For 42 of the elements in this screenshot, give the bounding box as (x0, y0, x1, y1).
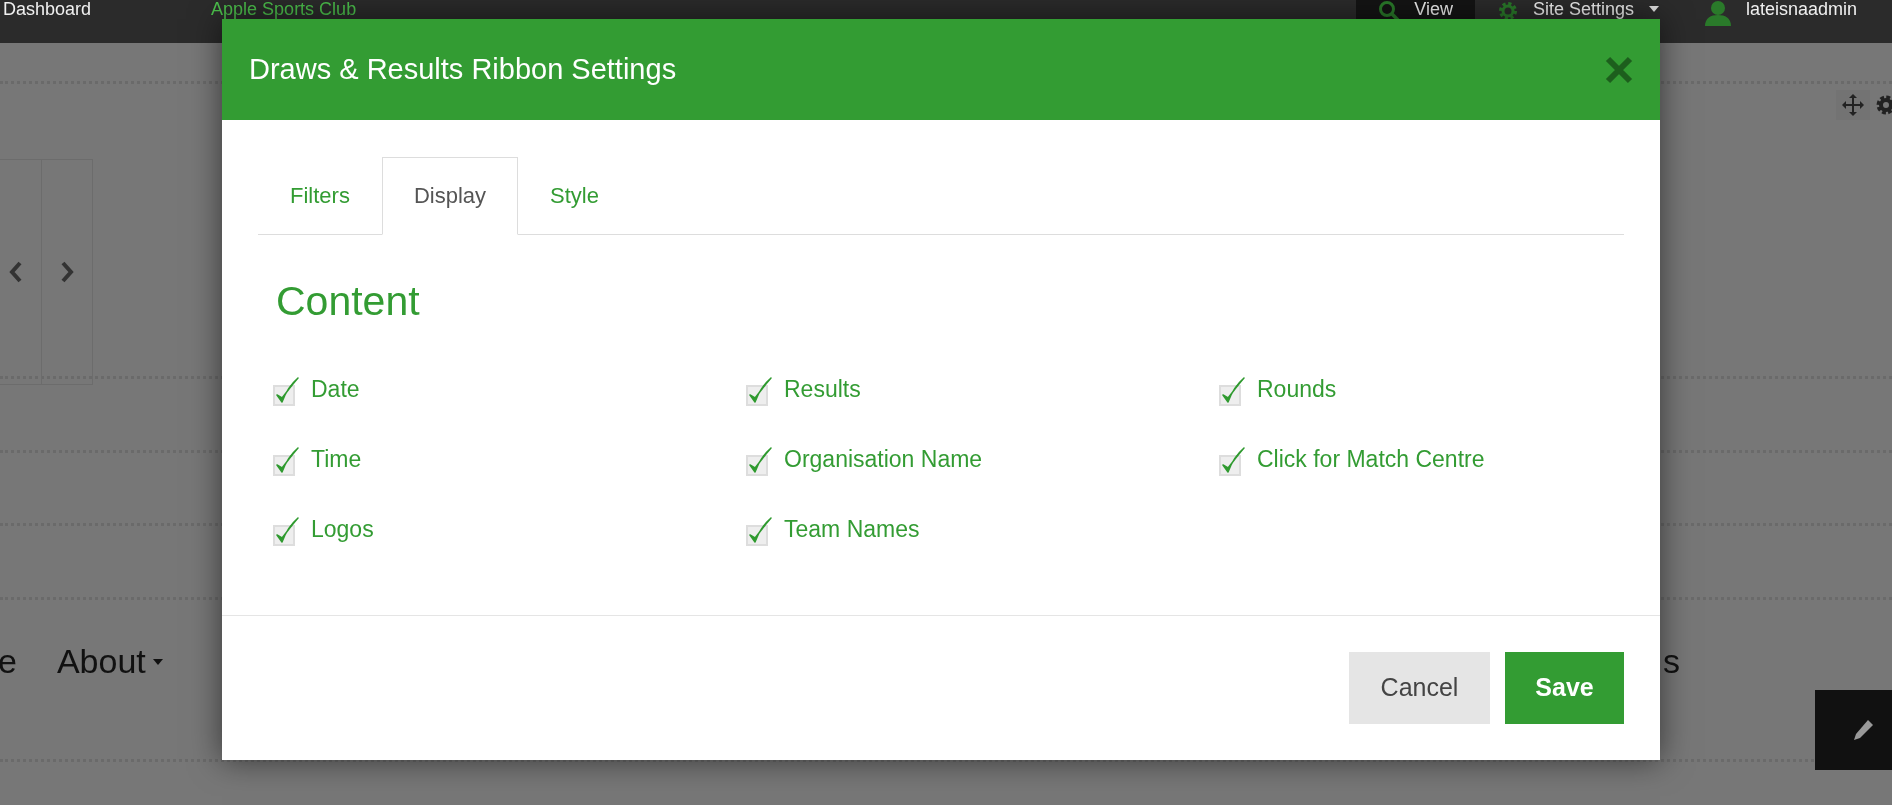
section-heading: Content (276, 281, 421, 322)
checkbox-label[interactable]: Click for Match Centre (1257, 441, 1485, 476)
checkbox-label[interactable]: Date (311, 371, 360, 406)
checkbox[interactable] (273, 377, 299, 406)
caret-icon[interactable] (1648, 5, 1660, 13)
checkbox[interactable] (273, 447, 299, 476)
topbar-link[interactable]: Site Settings (1474, 0, 1682, 43)
checkbox[interactable] (746, 517, 772, 546)
move-icon[interactable] (1841, 93, 1865, 117)
chevron-left-icon[interactable] (9, 261, 23, 283)
checkbox[interactable] (1219, 447, 1245, 476)
checkbox-label[interactable]: Logos (311, 511, 374, 546)
user-name[interactable]: lateisnaadmin (1746, 0, 1858, 18)
chevron-right-icon[interactable] (60, 261, 74, 283)
cancel-button[interactable]: Cancel (1349, 652, 1490, 724)
caret-icon[interactable] (151, 657, 164, 666)
checkbox-label[interactable]: Team Names (784, 511, 920, 546)
checkbox[interactable] (746, 447, 772, 476)
save-button[interactable]: Save (1505, 652, 1624, 724)
dashboard-link[interactable]: Dashboard (3, 0, 92, 18)
checkbox[interactable] (273, 517, 299, 546)
pencil-icon (1851, 718, 1875, 742)
nav-link[interactable]: s (1663, 636, 1680, 687)
tab[interactable]: Display (381, 157, 519, 235)
checkbox[interactable] (1219, 377, 1245, 406)
dialog-title: Draws & Results Ribbon Settings (249, 51, 677, 87)
checkbox[interactable] (746, 377, 772, 406)
tab[interactable]: Filters (258, 157, 382, 235)
checkbox-label[interactable]: Time (311, 441, 362, 476)
user-icon (1704, 0, 1732, 26)
edit-button[interactable] (1815, 690, 1892, 770)
tab[interactable]: Style (518, 157, 631, 235)
checkbox-label[interactable]: Organisation Name (784, 441, 983, 476)
gear-icon[interactable] (1874, 93, 1892, 117)
site-title: Apple Sports Club (211, 0, 357, 18)
search-icon[interactable] (1378, 0, 1401, 22)
checkbox-label[interactable]: Results (784, 371, 861, 406)
nav-link[interactable]: About (56, 636, 146, 687)
nav-link[interactable]: e (0, 636, 17, 687)
checkbox-label[interactable]: Rounds (1257, 371, 1337, 406)
close-icon[interactable] (1604, 54, 1634, 85)
gear-icon[interactable] (1496, 0, 1519, 22)
